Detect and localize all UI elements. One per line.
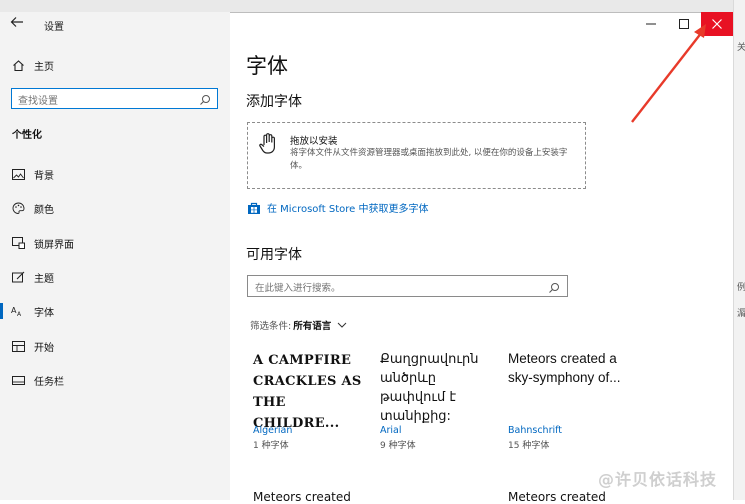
font-preview: Meteors created a sky-symphony of... — [508, 351, 621, 385]
home-icon — [11, 58, 25, 72]
back-button[interactable] — [10, 16, 28, 32]
sidebar-item-label: 颜色 — [34, 204, 54, 216]
font-search-input[interactable] — [248, 278, 538, 299]
add-fonts-heading: 添加字体 — [246, 94, 302, 110]
font-name: Arial — [380, 425, 402, 436]
chevron-down-icon — [337, 322, 347, 328]
watermark: @许贝依话科技 — [598, 470, 718, 489]
sidebar-item-background[interactable]: 背景 — [0, 160, 230, 188]
font-card-partial[interactable]: Meteors created — [508, 490, 606, 504]
sidebar-item-fonts[interactable]: AA 字体 — [0, 297, 230, 325]
palette-icon — [11, 201, 25, 215]
annotation-arrow-icon — [631, 24, 706, 123]
sidebar-item-lock-screen[interactable]: 锁屏界面 — [0, 229, 230, 257]
sidebar-item-label: 背景 — [34, 170, 54, 182]
drop-zone-title: 拖放以安装 — [290, 136, 338, 147]
section-heading: 个性化 — [12, 130, 42, 141]
font-card-arial[interactable]: Քաղցրավուրն անծրևը թափվում է տանիքից: Ar… — [380, 346, 502, 456]
store-link[interactable]: 在 Microsoft Store 中获取更多字体 — [247, 200, 428, 215]
background-window-edge: 关 例 漘 — [733, 0, 745, 500]
background-text: 例 — [737, 283, 745, 293]
desktop-top-strip — [0, 0, 745, 12]
sidebar-item-label: 主页 — [34, 61, 54, 73]
font-preview: Քաղցրավուրն անծրևը թափվում է տանիքից: — [380, 352, 479, 424]
filter-value: 所有语言 — [293, 321, 332, 332]
taskbar-icon — [11, 373, 25, 387]
image-icon — [11, 167, 25, 181]
font-name: Bahnschrift — [508, 425, 563, 436]
lock-screen-icon — [11, 236, 25, 250]
search-icon[interactable] — [199, 91, 213, 105]
sidebar-item-label: 主题 — [34, 273, 54, 285]
filter-label: 筛选条件: — [250, 321, 292, 332]
settings-search-box[interactable] — [11, 88, 218, 111]
font-card-partial[interactable]: Meteors created — [253, 490, 351, 504]
background-text: 漘 — [737, 309, 745, 319]
sidebar-item-colors[interactable]: 颜色 — [0, 194, 230, 222]
store-link-label: 在 Microsoft Store 中获取更多字体 — [267, 204, 429, 215]
font-icon: AA — [11, 304, 25, 318]
sidebar-item-themes[interactable]: 主题 — [0, 263, 230, 291]
sidebar-item-label: 开始 — [34, 342, 54, 354]
drop-zone-description: 将字体文件从文件资源管理器或桌面拖放到此处, 以便在你的设备上安装字体。 — [290, 148, 568, 171]
page-title: 字体 — [246, 54, 288, 78]
sidebar-item-label: 锁屏界面 — [34, 239, 74, 251]
font-count: 1 种字体 — [253, 441, 289, 451]
font-card-algerian[interactable]: A CAMPFIRE CRACKLES AS THE CHILDRE... Al… — [253, 346, 375, 456]
sidebar-item-label: 任务栏 — [34, 376, 64, 388]
font-preview: A CAMPFIRE CRACKLES AS THE CHILDRE... — [253, 353, 362, 431]
font-count: 15 种字体 — [508, 441, 550, 451]
available-fonts-heading: 可用字体 — [246, 247, 302, 263]
sidebar-item-home[interactable]: 主页 — [0, 51, 230, 79]
start-icon — [11, 339, 25, 353]
store-bag-icon — [248, 202, 260, 214]
font-search-box[interactable] — [247, 275, 568, 299]
sidebar-item-taskbar[interactable]: 任务栏 — [0, 366, 230, 394]
app-title: 设置 — [44, 22, 64, 33]
svg-text:A: A — [17, 311, 22, 317]
background-text: 关 — [737, 43, 745, 53]
font-name: Algerian — [253, 425, 293, 436]
sidebar-item-start[interactable]: 开始 — [0, 332, 230, 360]
theme-icon — [11, 270, 25, 284]
font-card-bahnschrift[interactable]: Meteors created a sky-symphony of... Bah… — [508, 346, 630, 456]
font-count: 9 种字体 — [380, 441, 416, 451]
sidebar-item-label: 字体 — [34, 307, 54, 319]
search-icon[interactable] — [548, 279, 562, 293]
font-drop-zone[interactable]: 拖放以安装 将字体文件从文件资源管理器或桌面拖放到此处, 以便在你的设备上安装字… — [247, 122, 586, 189]
back-arrow-icon — [10, 17, 23, 27]
language-filter[interactable]: 筛选条件: 所有语言 — [250, 318, 347, 332]
settings-search-input[interactable] — [12, 92, 192, 111]
drag-hand-icon — [259, 133, 275, 154]
